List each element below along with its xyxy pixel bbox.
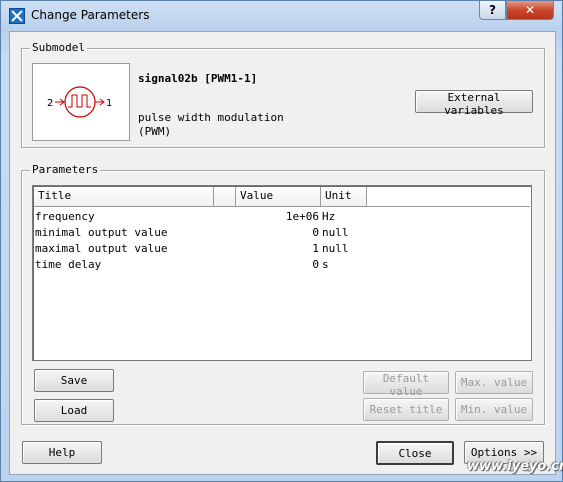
submodel-description: pulse width modulation (PWM)	[138, 111, 284, 139]
submodel-description-line2: (PWM)	[138, 125, 172, 138]
submodel-name: signal02b [PWM1-1]	[138, 72, 258, 85]
table-header: Title Value Unit	[34, 187, 530, 207]
column-header-unit[interactable]: Unit	[321, 187, 367, 206]
help-button[interactable]: Help	[22, 441, 102, 464]
row-unit: Hz	[322, 210, 336, 223]
parameters-group: Parameters Title Value Unit frequency 1e…	[21, 163, 545, 425]
min-value-button[interactable]: Min. value	[455, 398, 533, 421]
external-variables-button[interactable]: External variables	[415, 90, 533, 117]
title-bar[interactable]: Change Parameters ? ✕	[1, 1, 562, 31]
load-button[interactable]: Load	[34, 399, 114, 422]
row-value: 1	[312, 242, 319, 255]
close-button[interactable]: Close	[376, 441, 454, 465]
parameters-group-label: Parameters	[30, 163, 101, 176]
row-title: minimal output value	[35, 226, 168, 239]
row-unit: null	[322, 226, 349, 239]
column-header-title[interactable]: Title	[34, 187, 214, 206]
row-value: 1e+06	[285, 210, 319, 223]
column-header-blank[interactable]	[214, 187, 236, 206]
port-in-label: 2	[47, 98, 53, 109]
max-value-button[interactable]: Max. value	[455, 371, 533, 394]
row-title: time delay	[35, 258, 102, 271]
submodel-description-line1: pulse width modulation	[138, 111, 284, 124]
title-close-button[interactable]: ✕	[506, 1, 554, 20]
dialog-window: Change Parameters ? ✕ Submodel 2 1 signa…	[0, 0, 563, 482]
port-out-label: 1	[106, 98, 112, 109]
app-icon	[9, 8, 25, 24]
window-title: Change Parameters	[31, 8, 150, 22]
default-value-button[interactable]: Default value	[363, 371, 449, 398]
reset-title-button[interactable]: Reset title	[363, 398, 449, 421]
row-value: 0	[312, 258, 319, 271]
row-unit: s	[322, 258, 329, 271]
submodel-group-label: Submodel	[30, 41, 87, 54]
title-help-button[interactable]: ?	[479, 1, 506, 20]
pwm-symbol-icon	[64, 86, 96, 118]
submodel-group: Submodel 2 1 signal02b [PWM1-1] pulse wi…	[21, 41, 545, 148]
parameters-table[interactable]: Title Value Unit frequency 1e+06 Hz mini…	[32, 185, 532, 361]
row-unit: null	[322, 242, 349, 255]
row-title: maximal output value	[35, 242, 168, 255]
dialog-client: Submodel 2 1 signal02b [PWM1-1] pulse wi…	[9, 31, 556, 475]
row-value: 0	[312, 226, 319, 239]
row-title: frequency	[35, 210, 95, 223]
save-button[interactable]: Save	[34, 369, 114, 392]
submodel-icon: 2 1	[32, 63, 130, 141]
watermark-logo: www.iyeyo.cn	[467, 459, 563, 474]
column-header-value[interactable]: Value	[236, 187, 321, 206]
